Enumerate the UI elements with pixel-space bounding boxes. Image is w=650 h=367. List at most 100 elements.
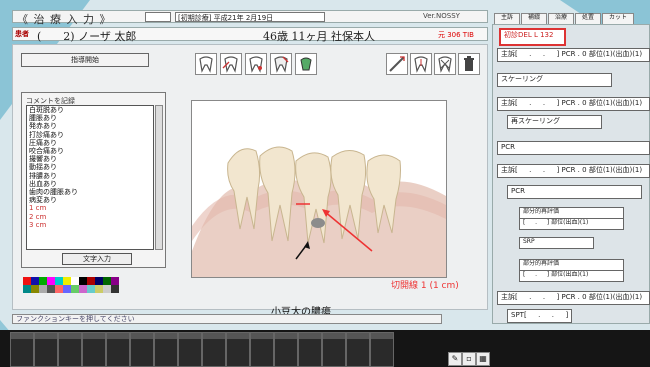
color-swatch[interactable]	[55, 277, 63, 285]
tooth-cell[interactable]	[274, 332, 298, 367]
list-item[interactable]: 歯肉の腫脹あり	[27, 188, 153, 196]
tooth-cell[interactable]	[130, 332, 154, 367]
list-item[interactable]: 打診痛あり	[27, 131, 153, 139]
plan-row[interactable]: 主訴[ . . ] PCR . 0 部位(1)(出血)(1)	[497, 48, 650, 62]
main-panel: 指導開始 コメントを記録 白斑脱あり 腫脹あり 発赤あり 打診痛あり 圧痛あり …	[12, 44, 488, 318]
color-swatch[interactable]	[39, 277, 47, 285]
tooth-cell[interactable]	[322, 332, 346, 367]
plan-row[interactable]: SPT[ . . ]	[507, 309, 572, 323]
tooth-cell[interactable]	[298, 332, 322, 367]
color-swatch[interactable]	[103, 277, 111, 285]
plan-row[interactable]: スケーリング	[497, 73, 612, 87]
trash-icon[interactable]	[458, 53, 480, 75]
tooth-cell[interactable]	[10, 332, 34, 367]
comment-list[interactable]: 白斑脱あり 腫脹あり 発赤あり 打診痛あり 圧痛あり 咬合痛あり 撮響あり 動揺…	[26, 105, 154, 250]
instruction-start-button[interactable]: 指導開始	[21, 53, 149, 67]
tooth-icon[interactable]	[195, 53, 217, 75]
plan-row[interactable]: [ . ] 部位(出血)(1)	[519, 270, 624, 282]
list-item[interactable]: 2 cm	[27, 213, 153, 221]
plan-row[interactable]: 再スケーリング	[507, 115, 602, 129]
text-input-button[interactable]: 文字入力	[62, 253, 132, 265]
tooth-cell-header	[299, 333, 321, 339]
color-swatch[interactable]	[23, 285, 31, 293]
tooth-cell-header	[323, 333, 345, 339]
color-swatch[interactable]	[31, 277, 39, 285]
color-swatch[interactable]	[87, 277, 95, 285]
grid-icon[interactable]: ▦	[476, 352, 490, 366]
tooth-cell[interactable]	[154, 332, 178, 367]
list-item[interactable]: 動揺あり	[27, 163, 153, 171]
right-tab-bar: 主訴 補綴 治療 処置 カット	[494, 13, 650, 25]
tooth-cell[interactable]	[82, 332, 106, 367]
color-swatch[interactable]	[79, 285, 87, 293]
list-item[interactable]: 排膿あり	[27, 172, 153, 180]
color-swatch[interactable]	[39, 285, 47, 293]
color-swatch[interactable]	[95, 277, 103, 285]
color-swatch[interactable]	[111, 277, 119, 285]
tooth-cell[interactable]	[346, 332, 370, 367]
tooth-cell[interactable]	[34, 332, 58, 367]
color-swatch[interactable]	[63, 277, 71, 285]
square-icon[interactable]: ▫	[462, 352, 476, 366]
plan-row[interactable]: [ . ] 部位(出血)(1)	[519, 218, 624, 230]
plan-row[interactable]: PCR	[507, 185, 642, 199]
tooth-cell-header	[35, 333, 57, 339]
pen-icon[interactable]: ✎	[448, 352, 462, 366]
color-swatch[interactable]	[71, 277, 79, 285]
plan-row[interactable]: PCR	[497, 141, 650, 155]
tooth-cell[interactable]	[202, 332, 226, 367]
tooth-crown-icon[interactable]	[270, 53, 292, 75]
list-item[interactable]: 圧痛あり	[27, 139, 153, 147]
tooth-cell[interactable]	[178, 332, 202, 367]
tooth-arrow-icon[interactable]	[220, 53, 242, 75]
tooth-cell[interactable]	[226, 332, 250, 367]
tooth-cell-header	[347, 333, 369, 339]
color-swatch[interactable]	[95, 285, 103, 293]
patient-code: 元 306 TIB	[438, 31, 474, 39]
color-swatch[interactable]	[23, 277, 31, 285]
list-item[interactable]: 咬合痛あり	[27, 147, 153, 155]
color-swatch[interactable]	[47, 285, 55, 293]
list-item[interactable]: 1 cm	[27, 204, 153, 212]
tooth-mark-icon[interactable]	[245, 53, 267, 75]
date-field: [初期診療] 平成21年 2月19日	[175, 12, 325, 22]
patient-info: 46歳 11ヶ月 社保本人	[263, 30, 375, 43]
tooth-brush-icon[interactable]	[295, 53, 317, 75]
color-swatch[interactable]	[55, 285, 63, 293]
color-swatch[interactable]	[63, 285, 71, 293]
color-swatch[interactable]	[71, 285, 79, 293]
scaler-icon[interactable]	[386, 53, 408, 75]
color-swatch[interactable]	[103, 285, 111, 293]
tooth-cell[interactable]	[370, 332, 394, 367]
color-swatch[interactable]	[79, 277, 87, 285]
tooth-probe-icon[interactable]	[410, 53, 432, 75]
plan-row[interactable]: SRP	[519, 237, 594, 249]
color-swatch[interactable]	[31, 285, 39, 293]
color-swatch[interactable]	[111, 285, 119, 293]
tooth-x-icon[interactable]	[434, 53, 456, 75]
tooth-cell-header	[179, 333, 201, 339]
status-bar: ファンクションキーを押してください	[12, 314, 442, 324]
title-field[interactable]	[145, 12, 171, 22]
color-swatch[interactable]	[87, 285, 95, 293]
list-item[interactable]: 白斑脱あり	[27, 106, 153, 114]
list-item[interactable]: 病変あり	[27, 196, 153, 204]
tooth-cell[interactable]	[58, 332, 82, 367]
plan-row[interactable]: 主訴[ . . ] PCR . 0 部位(1)(出血)(1)	[497, 164, 650, 178]
tooth-cell-header	[251, 333, 273, 339]
tooth-cell[interactable]	[250, 332, 274, 367]
tooth-cell-header	[227, 333, 249, 339]
color-swatch[interactable]	[47, 277, 55, 285]
plan-row[interactable]: 主訴[ . . ] PCR . 0 部位(1)(出血)(1)	[497, 97, 650, 111]
comment-list-scrollbar[interactable]	[155, 105, 163, 250]
patient-id-label: 患者	[15, 30, 29, 38]
patient-bar: 患者 ( 2) ノーザ 太郎 46歳 11ヶ月 社保本人 元 306 TIB	[12, 27, 488, 43]
list-item[interactable]: 出血あり	[27, 180, 153, 188]
tooth-cell[interactable]	[106, 332, 130, 367]
list-item[interactable]: 発赤あり	[27, 122, 153, 130]
plan-row[interactable]: 初診DEL L 132	[499, 28, 566, 46]
color-palette[interactable]	[23, 277, 119, 293]
plan-row[interactable]: 主訴[ . . ] PCR . 0 部位(1)(出血)(1)	[497, 291, 650, 305]
tooth-image[interactable]	[191, 100, 447, 278]
list-item[interactable]: 3 cm	[27, 221, 153, 229]
